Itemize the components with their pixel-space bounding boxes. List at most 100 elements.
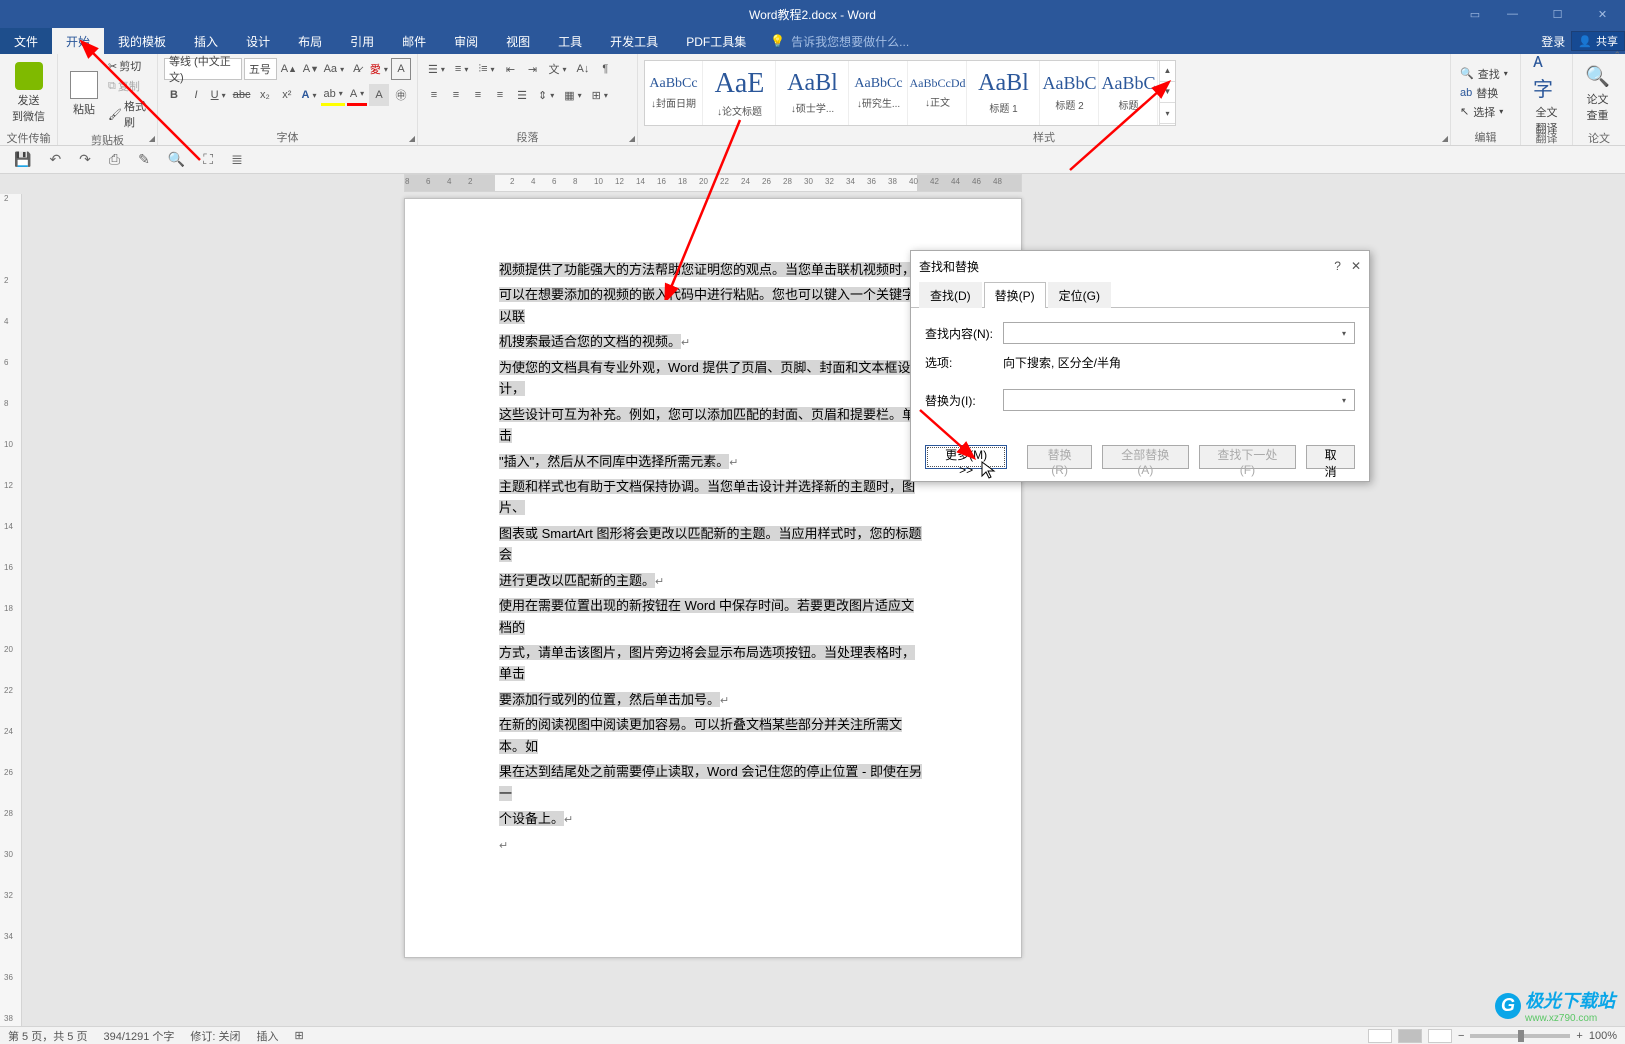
status-extra-icon[interactable]: ⊞ [295,1029,304,1042]
tab-templates[interactable]: 我的模板 [104,28,180,54]
font-size-select[interactable]: 五号 [244,58,277,80]
style-item[interactable]: AaE↓论文标题 [704,61,776,125]
style-item[interactable]: AaBbCc↓研究生... [850,61,908,125]
align-left-button[interactable]: ≡ [424,84,444,106]
vertical-ruler[interactable]: 22468101214161820222426283032343638 [0,194,22,1026]
tab-mailings[interactable]: 邮件 [388,28,440,54]
tell-me-search[interactable]: 💡 告诉我您想要做什么... [770,28,909,54]
zoom-slider[interactable] [1470,1034,1570,1038]
text-direction-button[interactable]: 文 [545,58,571,80]
redo-icon[interactable]: ↷ [79,151,91,168]
bold-button[interactable]: B [164,84,184,106]
clipboard-launcher-icon[interactable]: ◢ [149,134,155,143]
help-icon[interactable]: ? [1334,259,1341,273]
replace-all-button[interactable]: 全部替换(A) [1102,445,1189,469]
minimize-icon[interactable]: — [1490,0,1535,28]
clear-format-button[interactable]: A̷ [347,58,367,80]
gallery-up-icon[interactable]: ▲ [1160,61,1175,82]
borders-button[interactable]: ⊞ [588,84,612,106]
decrease-indent-button[interactable]: ⇤ [501,58,521,80]
styles-gallery[interactable]: AaBbCc↓封面日期AaE↓论文标题AaBl↓硕士学...AaBbCc↓研究生… [644,60,1176,126]
replace-button[interactable]: ab替换 [1457,84,1511,102]
share-button[interactable]: 👤 共享 [1571,31,1625,51]
style-item[interactable]: AaBl↓硕士学... [777,61,849,125]
zoom-out-button[interactable]: − [1458,1030,1464,1042]
style-item[interactable]: AaBbC标题 [1100,61,1158,125]
grow-font-button[interactable]: A▲ [279,58,299,80]
find-input[interactable] [1003,322,1355,344]
char-border-button[interactable]: A [391,58,411,80]
tab-home[interactable]: 开始 [52,28,104,54]
gallery-more-icon[interactable]: ▾ [1160,103,1175,124]
qat-icon-8[interactable]: ≣ [231,151,243,168]
justify-button[interactable]: ≡ [490,84,510,106]
subscript-button[interactable]: x₂ [255,84,275,106]
dialog-tab-replace[interactable]: 替换(P) [984,282,1046,308]
ribbon-options-icon[interactable]: ▭ [1460,0,1490,28]
qat-icon-6[interactable]: 🔍 [168,151,185,168]
maximize-icon[interactable]: ☐ [1535,0,1580,28]
style-item[interactable]: AaBbCcDd↓正文 [909,61,967,125]
enclose-char-button[interactable]: ㊥ [391,84,411,106]
view-web-button[interactable] [1428,1029,1452,1043]
char-shading-button[interactable]: A [369,84,389,106]
login-link[interactable]: 登录 [1541,33,1565,50]
strike-button[interactable]: abc [230,84,253,106]
zoom-in-button[interactable]: + [1576,1030,1582,1042]
tab-review[interactable]: 审阅 [440,28,492,54]
align-right-button[interactable]: ≡ [468,84,488,106]
underline-button[interactable]: U [208,84,228,106]
shrink-font-button[interactable]: A▼ [301,58,321,80]
style-item[interactable]: AaBbCc↓封面日期 [645,61,703,125]
close-icon[interactable]: ✕ [1580,0,1625,28]
tab-references[interactable]: 引用 [336,28,388,54]
view-read-button[interactable] [1368,1029,1392,1043]
gallery-down-icon[interactable]: ▼ [1160,82,1175,103]
status-track[interactable]: 修订: 关闭 [190,1028,240,1044]
qat-icon-7[interactable]: ⛶ [203,151,213,168]
replace-input[interactable] [1003,389,1355,411]
tab-layout[interactable]: 布局 [284,28,336,54]
distributed-button[interactable]: ☰ [512,84,532,106]
multilevel-button[interactable]: ⫶≡ [474,58,498,80]
dialog-close-icon[interactable]: ✕ [1351,259,1361,273]
tab-view[interactable]: 视图 [492,28,544,54]
dialog-tab-find[interactable]: 查找(D) [919,282,982,308]
collapse-ribbon-icon[interactable]: ⌃ [1613,50,1621,61]
show-marks-button[interactable]: ¶ [595,58,615,80]
text-effects-button[interactable]: A [299,84,319,106]
save-icon[interactable]: 💾 [14,151,31,168]
align-center-button[interactable]: ≡ [446,84,466,106]
tab-design[interactable]: 设计 [232,28,284,54]
bullets-button[interactable]: ☰ [424,58,449,80]
view-print-button[interactable] [1398,1029,1422,1043]
phonetic-guide-button[interactable]: 愛 [369,58,389,80]
superscript-button[interactable]: x² [277,84,297,106]
italic-button[interactable]: I [186,84,206,106]
replace-one-button[interactable]: 替换(R) [1027,445,1092,469]
cancel-button[interactable]: 取消 [1306,445,1355,469]
styles-launcher-icon[interactable]: ◢ [1442,134,1448,143]
find-button[interactable]: 🔍查找▾ [1457,65,1511,83]
font-name-select[interactable]: 等线 (中文正文) [164,58,242,80]
tab-developer[interactable]: 开发工具 [596,28,672,54]
translate-button[interactable]: ᴀ字 全文 翻译 [1527,58,1566,128]
horizontal-ruler[interactable]: 8642246810121416182022242628303234363840… [24,174,1625,192]
highlight-button[interactable]: ab [321,84,345,106]
tab-insert[interactable]: 插入 [180,28,232,54]
find-next-button[interactable]: 查找下一处(F) [1199,445,1297,469]
numbering-button[interactable]: ≡ [451,58,472,80]
dialog-tab-goto[interactable]: 定位(G) [1048,282,1111,308]
qat-icon-4[interactable]: ⎙ [109,151,120,168]
paste-button[interactable]: 粘贴 [64,59,104,129]
qat-icon-5[interactable]: ✎ [138,151,150,168]
zoom-value[interactable]: 100% [1589,1030,1617,1042]
change-case-button[interactable]: Aa [323,58,345,80]
cut-button[interactable]: ✂剪切 [108,58,151,74]
tab-pdf[interactable]: PDF工具集 [672,28,760,54]
line-spacing-button[interactable]: ⇕ [534,84,558,106]
status-page[interactable]: 第 5 页，共 5 页 [8,1028,87,1044]
sort-button[interactable]: A↓ [573,58,594,80]
increase-indent-button[interactable]: ⇥ [523,58,543,80]
format-painter-button[interactable]: 🖌格式刷 [108,98,151,130]
